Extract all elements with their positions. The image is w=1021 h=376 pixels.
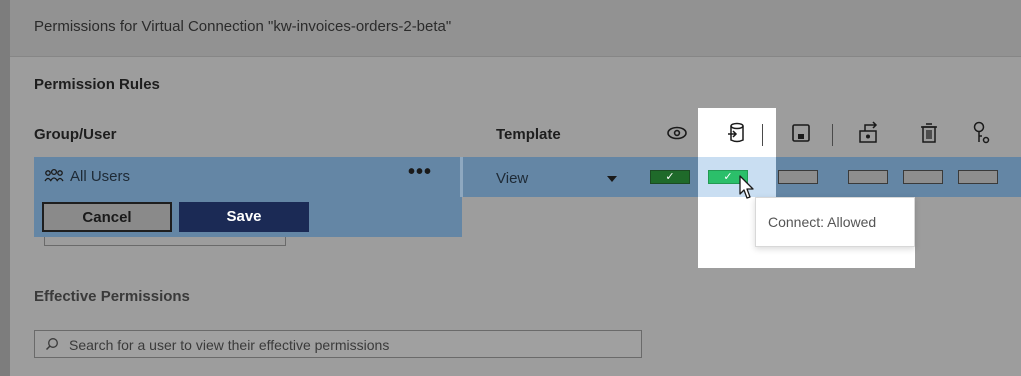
effective-permissions-heading: Effective Permissions [34,288,190,305]
capability-view-toggle[interactable]: ✓ [650,170,690,184]
row-divider [460,157,463,197]
permission-rules-heading: Permission Rules [34,76,160,93]
dialog-titlebar: Permissions for Virtual Connection "kw-i… [10,0,1021,57]
left-edge [0,0,10,376]
view-icon[interactable] [664,120,690,146]
capability-change-owner-toggle[interactable] [848,170,888,184]
column-divider [762,124,763,146]
dialog-title: Permissions for Virtual Connection "kw-i… [34,18,452,35]
connect-icon[interactable] [724,120,750,146]
search-input[interactable]: Search for a user to view their effectiv… [69,337,389,353]
group-user-column-header: Group/User [34,126,117,143]
permissions-dialog: Permissions for Virtual Connection "kw-i… [10,0,1021,376]
column-divider [832,124,833,146]
group-user-name: All Users [70,168,131,185]
search-icon [45,337,59,351]
more-actions-button[interactable]: ••• [408,161,432,184]
template-column-header: Template [496,126,561,143]
set-permissions-icon[interactable] [968,120,994,146]
tooltip-text: Connect: Allowed [768,214,877,230]
cursor-icon [734,174,756,204]
chevron-down-icon[interactable] [607,176,617,182]
effective-permissions-search[interactable]: Search for a user to view their effectiv… [34,330,642,358]
delete-icon[interactable] [916,120,942,146]
change-owner-icon[interactable] [856,120,882,146]
capability-save-toggle[interactable] [778,170,818,184]
users-icon [44,168,64,186]
tooltip: Connect: Allowed [755,197,915,247]
save-icon[interactable] [788,120,814,146]
capability-delete-toggle[interactable] [903,170,943,184]
template-dropdown[interactable]: View [496,170,528,187]
tooltip-spotlight-area [698,247,915,268]
cancel-button[interactable]: Cancel [42,202,172,232]
obscured-input [44,237,286,246]
save-button[interactable]: Save [179,202,309,232]
capability-set-permissions-toggle[interactable] [958,170,998,184]
